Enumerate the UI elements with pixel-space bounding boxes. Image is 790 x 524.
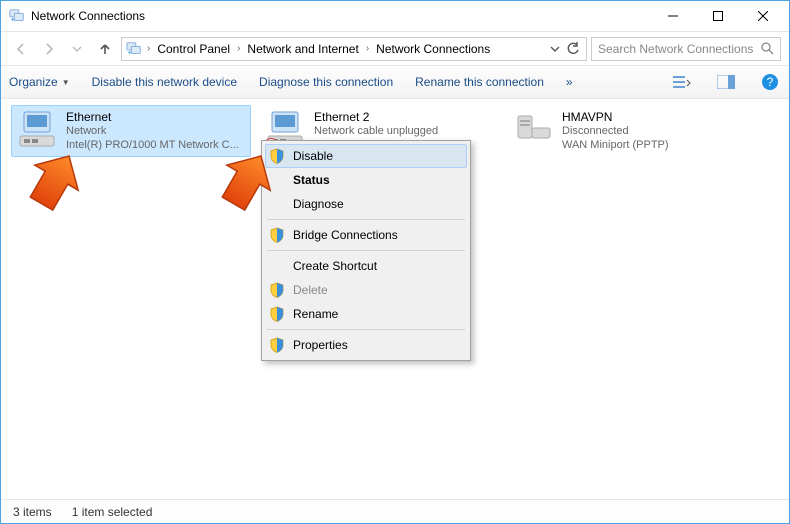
shield-icon [269,282,285,298]
context-menu-item: Delete [265,278,467,302]
chevron-right-icon[interactable]: › [234,43,243,54]
more-button[interactable]: » [566,75,573,89]
context-menu-label: Diagnose [293,197,344,211]
status-bar: 3 items 1 item selected [1,499,789,523]
annotation-arrow [211,147,281,217]
context-menu-item[interactable]: Create Shortcut [265,254,467,278]
shield-icon [269,337,285,353]
forward-button[interactable] [37,37,61,61]
context-menu-label: Delete [293,283,328,297]
chevron-right-icon[interactable]: › [363,43,372,54]
diagnose-button[interactable]: Diagnose this connection [259,75,393,89]
context-menu-label: Status [293,173,330,187]
breadcrumb[interactable]: Network Connections [374,42,492,56]
refresh-icon[interactable] [566,42,580,56]
context-menu-item[interactable]: Status [265,168,467,192]
search-placeholder: Search Network Connections [598,42,755,56]
view-options-button[interactable] [671,71,693,93]
breadcrumb[interactable]: Network and Internet [245,42,360,56]
context-menu: Disable Status Diagnose Bridge Connections C… [261,140,471,361]
shield-icon [269,306,285,322]
connection-name: Ethernet 2 [314,110,440,124]
search-input[interactable]: Search Network Connections [591,37,781,61]
context-menu-separator [267,250,465,251]
svg-text:?: ? [767,75,774,89]
context-menu-label: Create Shortcut [293,259,377,273]
shield-icon [269,227,285,243]
up-button[interactable] [93,37,117,61]
organize-button[interactable]: Organize▼ [9,75,70,89]
context-menu-separator [267,219,465,220]
minimize-button[interactable] [650,1,695,31]
history-dropdown[interactable] [65,37,89,61]
context-menu-label: Rename [293,307,338,321]
disable-device-button[interactable]: Disable this network device [92,75,237,89]
connection-item[interactable]: HMAVPNDisconnectedWAN Miniport (PPTP) [507,105,747,157]
context-menu-item[interactable]: Bridge Connections [265,223,467,247]
connection-icon [514,110,554,150]
network-icon [9,8,25,24]
annotation-arrow [19,147,89,217]
connection-status: Network cable unplugged [314,124,440,138]
command-bar: Organize▼ Disable this network device Di… [1,65,789,99]
network-icon [126,41,142,57]
titlebar: Network Connections [1,1,789,31]
connection-name: HMAVPN [562,110,669,124]
back-button[interactable] [9,37,33,61]
status-item-count: 3 items [13,505,52,519]
close-button[interactable] [740,1,785,31]
caret-down-icon: ▼ [62,78,70,87]
maximize-button[interactable] [695,1,740,31]
context-menu-item[interactable]: Diagnose [265,192,467,216]
connection-name: Ethernet [66,110,239,124]
context-menu-separator [267,329,465,330]
content-area: EthernetNetworkIntel(R) PRO/1000 MT Netw… [1,99,789,499]
chevron-right-icon[interactable]: › [144,43,153,54]
context-menu-item[interactable]: Rename [265,302,467,326]
breadcrumb[interactable]: Control Panel [155,42,232,56]
help-button[interactable]: ? [759,71,781,93]
window-title: Network Connections [31,9,650,23]
chevron-down-icon[interactable] [550,44,560,54]
connection-status: Disconnected [562,124,669,138]
context-menu-item[interactable]: Properties [265,333,467,357]
context-menu-label: Bridge Connections [293,228,398,242]
rename-button[interactable]: Rename this connection [415,75,544,89]
connection-icon [18,110,58,150]
connection-device: WAN Miniport (PPTP) [562,138,669,152]
status-selected-count: 1 item selected [72,505,153,519]
preview-pane-button[interactable] [715,71,737,93]
connection-status: Network [66,124,239,138]
context-menu-item[interactable]: Disable [265,144,467,168]
context-menu-label: Disable [293,149,333,163]
search-icon [761,42,774,55]
context-menu-label: Properties [293,338,348,352]
navbar: › Control Panel › Network and Internet ›… [1,31,789,65]
address-bar[interactable]: › Control Panel › Network and Internet ›… [121,37,587,61]
